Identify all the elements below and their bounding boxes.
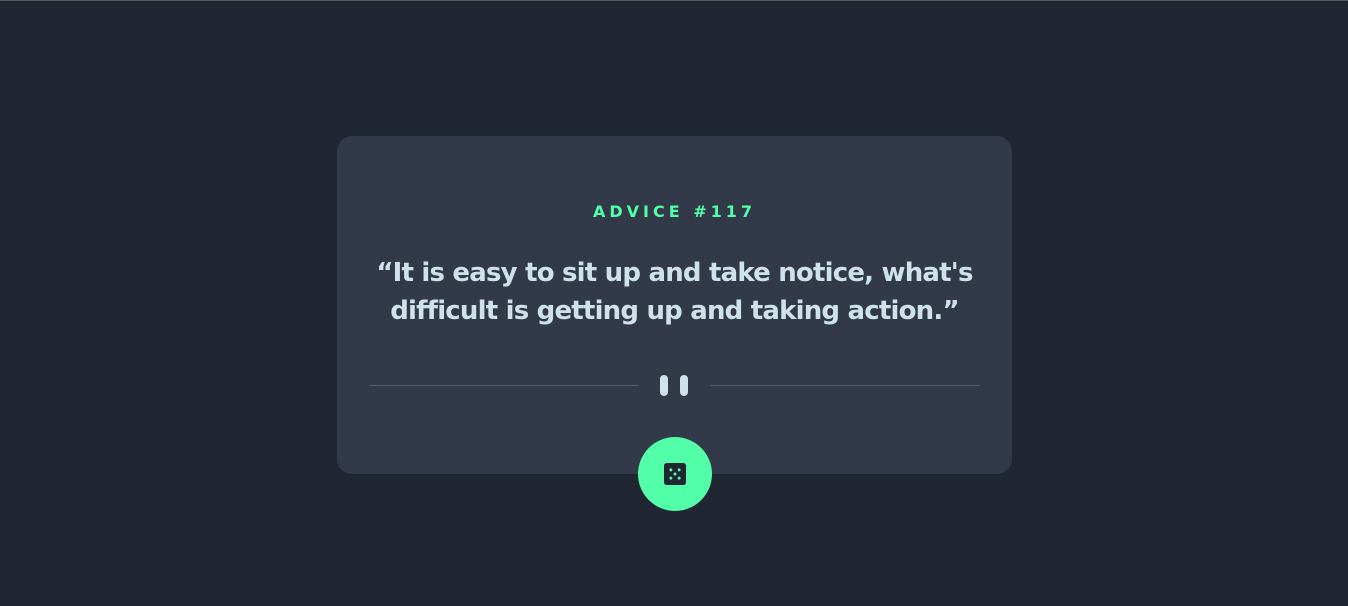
advice-id: ADVICE #117 bbox=[592, 202, 757, 221]
top-border bbox=[0, 0, 1348, 1]
advice-quote: “It is easy to sit up and take notice, w… bbox=[376, 258, 973, 326]
pause-icon bbox=[660, 375, 690, 396]
pause-bar-left bbox=[660, 375, 668, 396]
divider-line-right bbox=[710, 385, 980, 386]
advice-card: ADVICE #117 “It is easy to sit up and ta… bbox=[337, 136, 1012, 474]
pause-bar-right bbox=[680, 375, 688, 396]
dice-icon bbox=[664, 463, 686, 485]
divider bbox=[369, 371, 980, 401]
new-advice-button[interactable] bbox=[638, 437, 712, 511]
divider-line-left bbox=[369, 385, 639, 386]
